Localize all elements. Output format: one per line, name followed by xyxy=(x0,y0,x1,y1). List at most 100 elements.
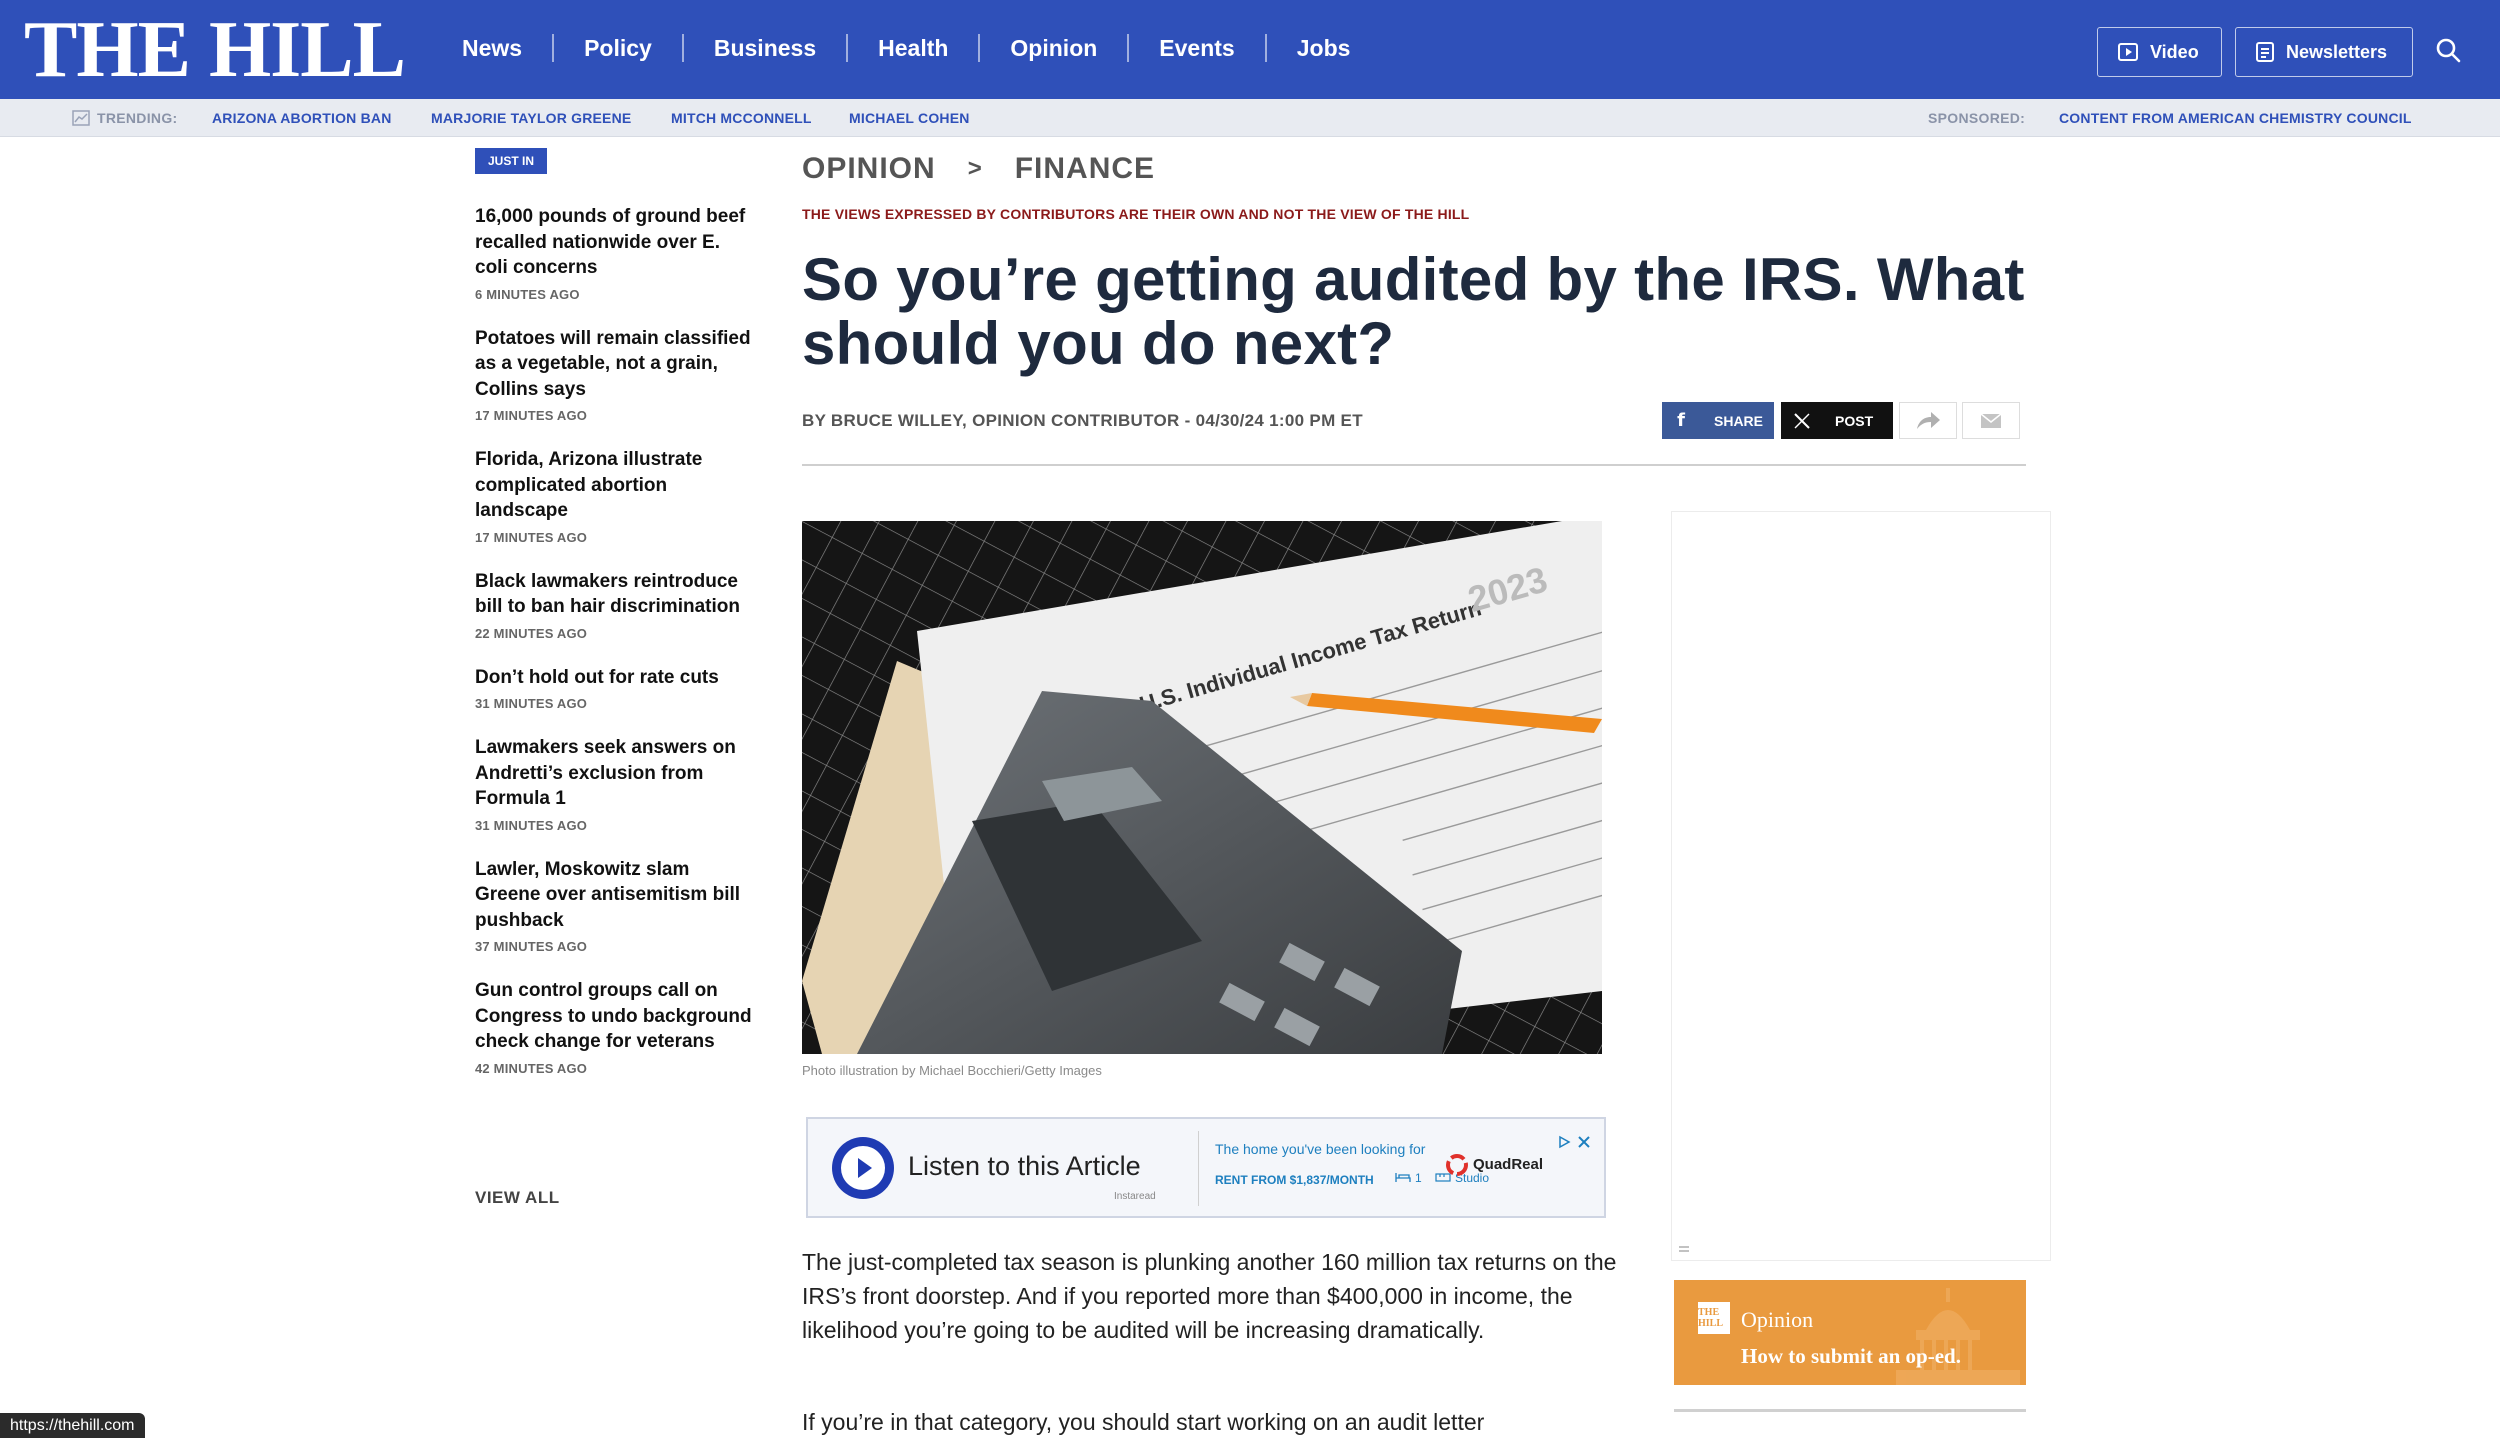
sponsored-label: SPONSORED: xyxy=(1928,110,2026,126)
feed-item-title[interactable]: Florida, Arizona illustrate complicated … xyxy=(475,447,757,524)
feed-item[interactable]: Potatoes will remain classified as a veg… xyxy=(475,326,757,424)
x-icon xyxy=(1794,412,1810,429)
x-post-button[interactable]: POST xyxy=(1781,402,1893,439)
page: THE HILL News Policy Business Health Opi… xyxy=(0,0,2500,1438)
article-photo: 1040 U.S. Individual Income Tax Return 2… xyxy=(802,521,1602,1054)
listen-widget: Listen to this Article Instaread The hom… xyxy=(806,1117,1606,1218)
article-paragraph: If you’re in that category, you should s… xyxy=(802,1409,1485,1435)
feed-item-time: 17 MINUTES AGO xyxy=(475,529,588,545)
quadreal-logo-icon xyxy=(1446,1154,1468,1176)
play-box-icon xyxy=(2118,43,2138,61)
feed-item[interactable]: Black lawmakers reintroduce bill to ban … xyxy=(475,569,757,641)
feed-item-time: 31 MINUTES AGO xyxy=(475,817,588,833)
breadcrumb: OPINION > FINANCE xyxy=(802,152,1155,186)
feed-item[interactable]: Lawmakers seek answers on Andretti’s exc… xyxy=(475,735,757,833)
main-nav: News Policy Business Health Opinion Even… xyxy=(432,32,1380,64)
email-share-button[interactable] xyxy=(1962,402,2020,439)
trending-link[interactable]: ARIZONA ABORTION BAN xyxy=(212,110,392,126)
feed-item-time: 17 MINUTES AGO xyxy=(475,408,588,423)
share-label: SHARE xyxy=(1714,412,1764,429)
feed-item-title[interactable]: Lawmakers seek answers on Andretti’s exc… xyxy=(475,735,757,812)
site-logo[interactable]: THE HILL xyxy=(24,10,406,90)
ad-brand: QuadReal xyxy=(1473,1156,1544,1173)
promo-cta[interactable]: How to submit an op-ed. xyxy=(1741,1344,1961,1369)
inline-ad[interactable]: The home you've been looking for RENT FR… xyxy=(1198,1131,1598,1206)
search-icon xyxy=(2436,38,2461,63)
listen-play-button[interactable] xyxy=(832,1137,894,1199)
nav-health[interactable]: Health xyxy=(848,32,978,64)
feed-item-title[interactable]: Don’t hold out for rate cuts xyxy=(475,665,757,691)
ad-headline: The home you've been looking for xyxy=(1215,1141,1426,1157)
feed-item[interactable]: Gun control groups call on Congress to u… xyxy=(475,978,757,1076)
article-byline: BY BRUCE WILLEY, OPINION CONTRIBUTOR - 0… xyxy=(802,411,1363,430)
listen-label[interactable]: Listen to this Article xyxy=(908,1151,1141,1182)
rail-divider xyxy=(1674,1409,2026,1412)
feed-item-time: 6 MINUTES AGO xyxy=(475,286,580,302)
sidebar-ad-slot[interactable] xyxy=(1671,511,2051,1261)
bed-icon xyxy=(1395,1173,1411,1182)
post-label: POST xyxy=(1835,412,1874,429)
instaread-brand: Instaread xyxy=(1114,1191,1156,1202)
trending-link[interactable]: MICHAEL COHEN xyxy=(849,110,970,126)
facebook-share-button[interactable]: f SHARE xyxy=(1662,402,1774,439)
status-bar-url: https://thehill.com xyxy=(0,1413,145,1438)
article-paragraph: The just-completed tax season is plunkin… xyxy=(802,1249,1617,1343)
feed-item[interactable]: Lawler, Moskowitz slam Greene over antis… xyxy=(475,857,757,955)
nav-events[interactable]: Events xyxy=(1129,32,1264,64)
trending-link[interactable]: MARJORIE TAYLOR GREENE xyxy=(431,110,631,126)
article-headline: So you’re getting audited by the IRS. Wh… xyxy=(802,246,2025,377)
search-button[interactable] xyxy=(2434,36,2464,66)
feed-item-title[interactable]: Potatoes will remain classified as a veg… xyxy=(475,326,757,403)
view-all-link[interactable]: VIEW ALL xyxy=(475,1188,560,1208)
nav-news[interactable]: News xyxy=(432,32,552,64)
feed-item-title[interactable]: 16,000 pounds of ground beef recalled na… xyxy=(475,204,757,281)
feed-item-time: 37 MINUTES AGO xyxy=(475,939,588,954)
video-button[interactable]: Video xyxy=(2097,27,2222,77)
promo-label: Opinion xyxy=(1741,1307,1814,1332)
capitol-dome-icon xyxy=(1896,1288,2020,1385)
the-hill-mini-logo: THE HILL xyxy=(1698,1302,1730,1334)
photo-caption: Photo illustration by Michael Bocchieri/… xyxy=(802,1063,1102,1078)
site-header: THE HILL News Policy Business Health Opi… xyxy=(0,0,2500,99)
feed-item-time: 42 MINUTES AGO xyxy=(475,1060,588,1076)
trending-label: TRENDING: xyxy=(97,110,178,126)
play-icon xyxy=(841,1146,885,1190)
nav-opinion[interactable]: Opinion xyxy=(980,32,1127,64)
nav-policy[interactable]: Policy xyxy=(554,32,682,64)
newsletter-icon xyxy=(2256,42,2274,62)
trending-link[interactable]: MITCH MCCONNELL xyxy=(671,110,812,126)
share-arrow-icon xyxy=(1917,411,1940,429)
feed-item[interactable]: Florida, Arizona illustrate complicated … xyxy=(475,447,757,545)
just-in-feed: 16,000 pounds of ground beef recalled na… xyxy=(475,204,757,1100)
feed-item[interactable]: 16,000 pounds of ground beef recalled na… xyxy=(475,204,757,302)
ad-choices-icon[interactable] xyxy=(1557,1135,1571,1149)
nav-jobs[interactable]: Jobs xyxy=(1267,32,1381,64)
trending-icon xyxy=(72,110,90,126)
feed-item-time: 22 MINUTES AGO xyxy=(475,625,588,641)
ad-close-icon[interactable] xyxy=(1577,1135,1591,1149)
feed-item-time: 31 MINUTES AGO xyxy=(475,696,588,711)
email-icon xyxy=(1981,413,2001,428)
newsletters-button[interactable]: Newsletters xyxy=(2235,27,2413,77)
feed-item-title[interactable]: Lawler, Moskowitz slam Greene over antis… xyxy=(475,857,757,934)
nav-business[interactable]: Business xyxy=(684,32,846,64)
ad-beds: 1 xyxy=(1415,1171,1422,1185)
facebook-icon: f xyxy=(1677,410,1685,431)
ad-handle-icon xyxy=(1679,1246,1689,1252)
opinion-disclaimer: THE VIEWS EXPRESSED BY CONTRIBUTORS ARE … xyxy=(802,206,1470,222)
video-label: Video xyxy=(2150,41,2199,62)
just-in-badge: JUST IN xyxy=(475,148,547,174)
breadcrumb-section[interactable]: OPINION xyxy=(802,152,936,186)
breadcrumb-subsection[interactable]: FINANCE xyxy=(1015,152,1155,186)
feed-item-title[interactable]: Gun control groups call on Congress to u… xyxy=(475,978,757,1055)
tax-form-illustration: 1040 U.S. Individual Income Tax Return 2… xyxy=(802,521,1602,1054)
submit-op-ed-promo[interactable]: THE HILL Opinion How to submit an op-ed. xyxy=(1674,1280,2026,1385)
feed-item-title[interactable]: Black lawmakers reintroduce bill to ban … xyxy=(475,569,757,620)
breadcrumb-separator: > xyxy=(967,155,983,182)
newsletters-label: Newsletters xyxy=(2286,41,2388,62)
share-forward-button[interactable] xyxy=(1899,402,1957,439)
ad-price: RENT FROM $1,837/MONTH xyxy=(1215,1173,1374,1187)
byline-divider xyxy=(802,464,2026,466)
sponsored-link[interactable]: CONTENT FROM AMERICAN CHEMISTRY COUNCIL xyxy=(2059,110,2412,126)
feed-item[interactable]: Don’t hold out for rate cuts 31 MINUTES … xyxy=(475,665,757,712)
